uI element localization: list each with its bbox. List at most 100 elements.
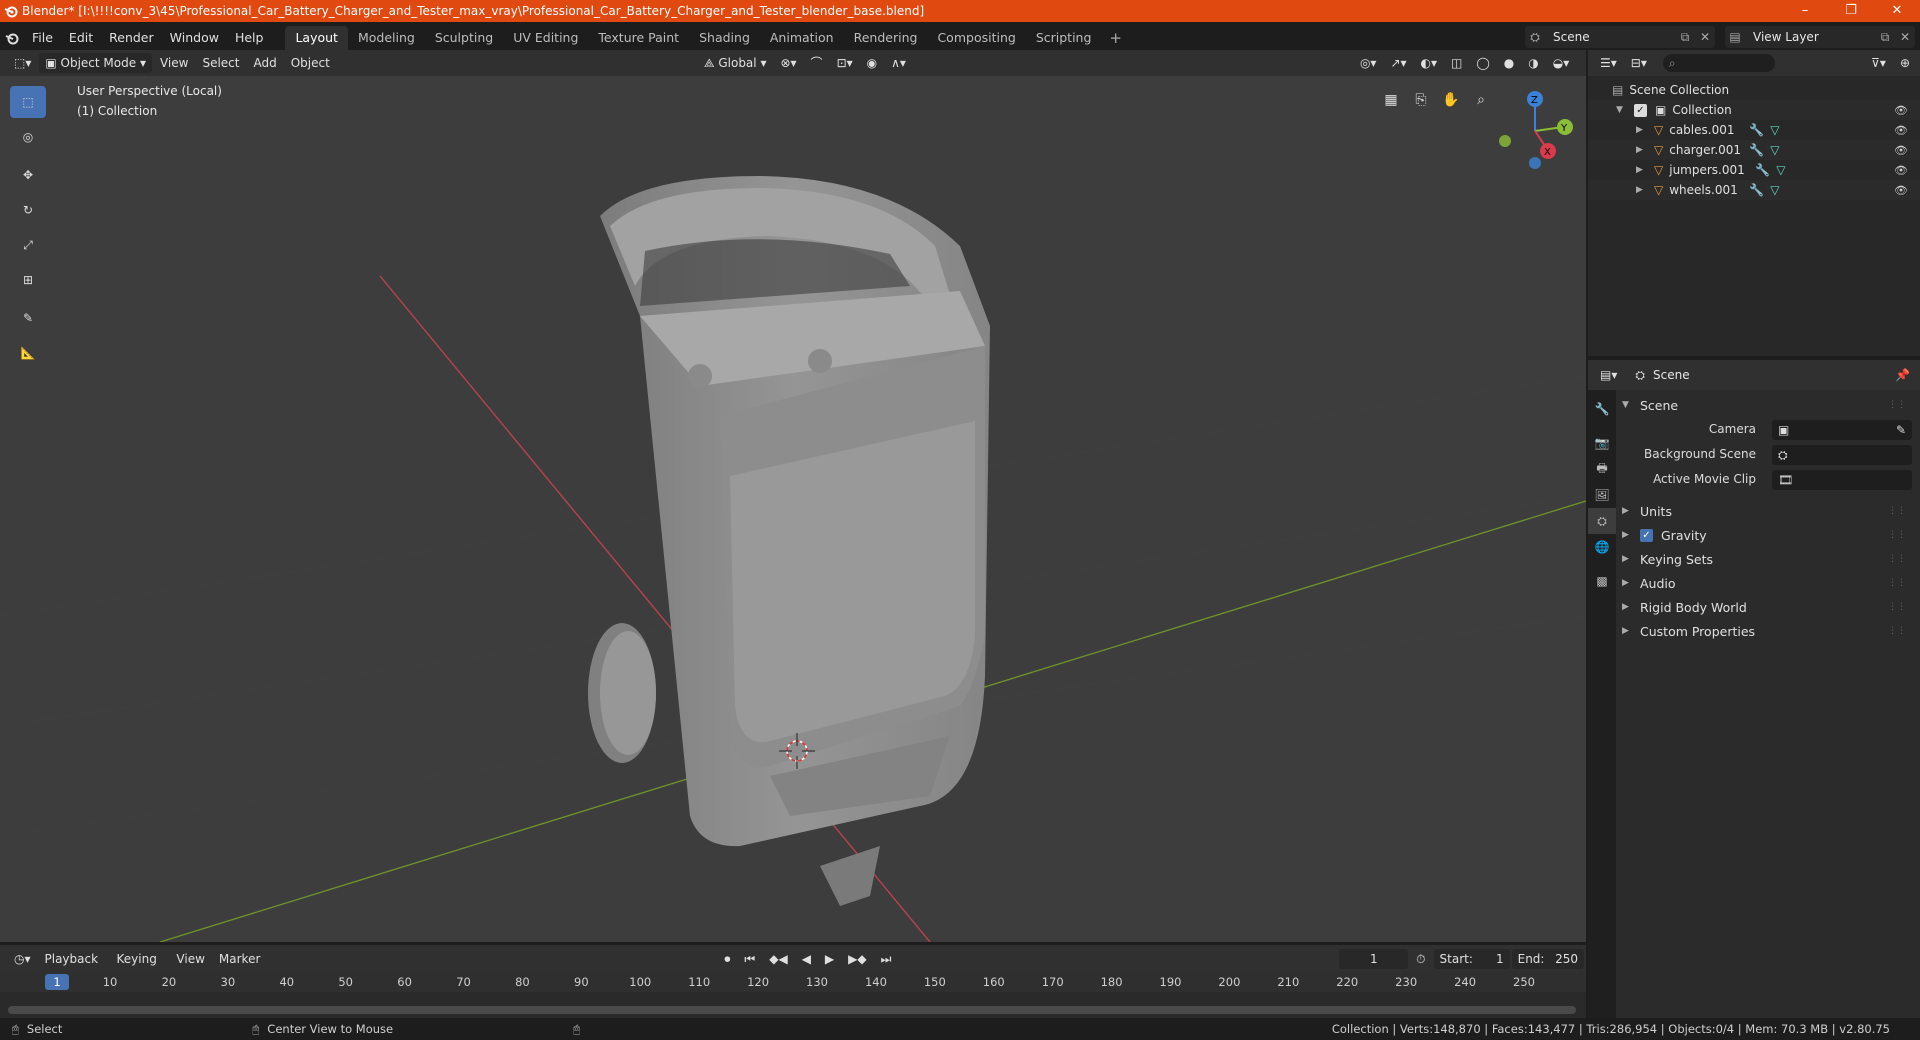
menu-view[interactable]: View	[154, 53, 194, 73]
wireframe-shading-icon[interactable]: ◯	[1470, 53, 1495, 73]
timeline-editor-icon[interactable]: ◷▾	[8, 949, 37, 969]
scale-tool-icon[interactable]: ⤢	[10, 229, 46, 261]
menu-playback[interactable]: Playback ▾	[39, 949, 109, 986]
copy-icon[interactable]: ⧉	[1675, 30, 1695, 45]
filter-icon[interactable]: ⊽▾	[1865, 53, 1892, 73]
play-icon[interactable]: ▶	[819, 949, 840, 969]
menu-keying[interactable]: Keying ▾	[111, 949, 169, 986]
scene-tab-icon[interactable]: ⛭	[1588, 508, 1616, 534]
gravity-panel-header[interactable]: ▶ ✓ Gravity ⋮⋮	[1622, 524, 1914, 546]
tool-tab-icon[interactable]: 🔧	[1588, 396, 1616, 422]
prev-keyframe-icon[interactable]: ◆◀	[763, 949, 793, 969]
scene-name[interactable]: Scene	[1553, 30, 1675, 44]
tab-scripting[interactable]: Scripting	[1026, 26, 1102, 50]
pin-icon[interactable]: 📌	[1895, 368, 1910, 382]
modifier-wrench-icon[interactable]: 🔧	[1749, 123, 1764, 137]
rigid-body-world-panel-header[interactable]: ▶ Rigid Body World ⋮⋮	[1622, 596, 1914, 618]
drag-handle-icon[interactable]: ⋮⋮	[1888, 578, 1906, 588]
frame-ruler[interactable]: 1 10 20 30 40 50 60 70 80 90 100 110 120 130 140 150 160…	[0, 972, 1586, 992]
texture-tab-icon[interactable]: ▩	[1588, 568, 1616, 594]
expand-icon[interactable]: ▶	[1636, 125, 1646, 135]
current-frame-marker[interactable]: 1	[45, 974, 69, 990]
select-box-tool-icon[interactable]: ⬚	[10, 86, 46, 118]
mode-dropdown[interactable]: ▣ Object Mode ▾	[39, 53, 152, 73]
view-layer-name[interactable]: View Layer	[1753, 30, 1875, 44]
new-collection-icon[interactable]: ⊕	[1894, 53, 1916, 73]
pan-hand-icon[interactable]: ✋	[1438, 87, 1464, 113]
gizmo-icon[interactable]: ↗▾	[1384, 53, 1412, 73]
remove-icon[interactable]: ✕	[1695, 30, 1715, 44]
drag-handle-icon[interactable]: ⋮⋮	[1888, 602, 1906, 612]
collection-checkbox[interactable]: ✓	[1634, 103, 1647, 117]
expand-icon[interactable]: ▶	[1636, 185, 1646, 195]
menu-select[interactable]: Select	[196, 53, 245, 73]
xray-icon[interactable]: ◫	[1445, 53, 1468, 73]
gravity-checkbox[interactable]: ✓	[1640, 528, 1653, 542]
timeline-scrollbar[interactable]	[8, 1006, 1576, 1014]
background-scene-field[interactable]: ⛭	[1772, 445, 1912, 465]
rendered-shading-icon[interactable]: ◒▾	[1547, 53, 1576, 73]
outliner-item-charger[interactable]: ▶ ▽ charger.001 🔧 ▽ 👁	[1588, 140, 1920, 160]
view-layer-tab-icon[interactable]: 🖼	[1588, 482, 1616, 508]
audio-panel-header[interactable]: ▶ Audio ⋮⋮	[1622, 572, 1914, 594]
jump-end-icon[interactable]: ⏭	[875, 949, 898, 969]
transform-orientation-dropdown[interactable]: ⟁ Global ▾	[698, 53, 773, 73]
timeline-area[interactable]: 1 10 20 30 40 50 60 70 80 90 100 110 120 130 140 150 160…	[0, 972, 1586, 1018]
cursor-tool-icon[interactable]: ◎	[10, 121, 46, 153]
eye-icon[interactable]: 👁	[1894, 164, 1908, 177]
keying-sets-panel-header[interactable]: ▶ Keying Sets ⋮⋮	[1622, 548, 1914, 570]
expand-icon[interactable]: ▶	[1636, 145, 1646, 155]
zoom-icon[interactable]: ⌕	[1468, 87, 1494, 113]
modifier-wrench-icon[interactable]: 🔧	[1749, 183, 1764, 197]
tab-modeling[interactable]: Modeling	[348, 26, 425, 50]
proportional-edit-icon[interactable]: ◉	[861, 53, 883, 73]
material-shading-icon[interactable]: ◑	[1522, 53, 1544, 73]
active-movie-clip-field[interactable]: 🎞	[1772, 470, 1912, 490]
stopwatch-icon[interactable]: ⏱	[1410, 949, 1431, 969]
tab-texture-paint[interactable]: Texture Paint	[588, 26, 689, 50]
close-button[interactable]: ✕	[1874, 0, 1920, 22]
view-layer-selector[interactable]: ▤ View Layer ⧉ ✕	[1725, 26, 1915, 48]
play-reverse-icon[interactable]: ◀	[796, 949, 817, 969]
drag-handle-icon[interactable]: ⋮⋮	[1888, 530, 1906, 540]
next-keyframe-icon[interactable]: ▶◆	[842, 949, 872, 969]
visibility-icon[interactable]: ◎▾	[1354, 53, 1383, 73]
mesh-data-icon[interactable]: ▽	[1770, 183, 1779, 197]
move-tool-icon[interactable]: ✥	[10, 159, 46, 191]
measure-tool-icon[interactable]: 📐	[10, 337, 46, 369]
outliner-item-cables[interactable]: ▶ ▽ cables.001 🔧 ▽ 👁	[1588, 120, 1920, 140]
copy-icon[interactable]: ⧉	[1875, 30, 1895, 45]
mesh-data-icon[interactable]: ▽	[1770, 143, 1779, 157]
grid-view-icon[interactable]: ▦	[1378, 87, 1404, 113]
3d-viewport[interactable]: Z Y X User Perspective (Local) (1) Colle…	[0, 76, 1586, 942]
end-frame-field[interactable]: End: 250	[1511, 948, 1585, 969]
tab-rendering[interactable]: Rendering	[844, 26, 928, 50]
camera-field[interactable]: ▣ ✎	[1772, 420, 1912, 440]
eye-icon[interactable]: 👁	[1894, 184, 1908, 197]
outliner-editor-icon[interactable]: ☰▾	[1594, 53, 1623, 73]
drag-handle-icon[interactable]: ⋮⋮	[1888, 626, 1906, 636]
drag-handle-icon[interactable]: ⋮⋮	[1888, 554, 1906, 564]
annotate-tool-icon[interactable]: ✎	[10, 302, 46, 334]
start-frame-field[interactable]: Start: 1	[1433, 948, 1510, 969]
units-panel-header[interactable]: ▶ Units ⋮⋮	[1622, 500, 1914, 522]
mesh-data-icon[interactable]: ▽	[1770, 123, 1779, 137]
blender-menu-icon[interactable]	[0, 31, 24, 45]
snap-icon[interactable]: ⌒	[805, 53, 829, 73]
jump-start-icon[interactable]: ⏮	[738, 949, 761, 969]
properties-editor-icon[interactable]: ▤▾	[1594, 365, 1623, 385]
tab-shading[interactable]: Shading	[689, 26, 760, 50]
tab-uv-editing[interactable]: UV Editing	[503, 26, 588, 50]
eye-icon[interactable]: 👁	[1894, 124, 1908, 137]
mesh-data-icon[interactable]: ▽	[1776, 163, 1785, 177]
custom-properties-panel-header[interactable]: ▶ Custom Properties ⋮⋮	[1622, 620, 1914, 642]
tab-sculpting[interactable]: Sculpting	[425, 26, 503, 50]
expand-icon[interactable]: ▶	[1636, 165, 1646, 175]
overlay-icon[interactable]: ◐▾	[1415, 53, 1444, 73]
outliner-item-wheels[interactable]: ▶ ▽ wheels.001 🔧 ▽ 👁	[1588, 180, 1920, 200]
current-frame-field[interactable]: 1	[1339, 948, 1409, 969]
modifier-wrench-icon[interactable]: 🔧	[1749, 143, 1764, 157]
tab-compositing[interactable]: Compositing	[927, 26, 1025, 50]
minimize-button[interactable]: –	[1782, 0, 1828, 22]
menu-timeline-view[interactable]: View	[170, 949, 210, 969]
